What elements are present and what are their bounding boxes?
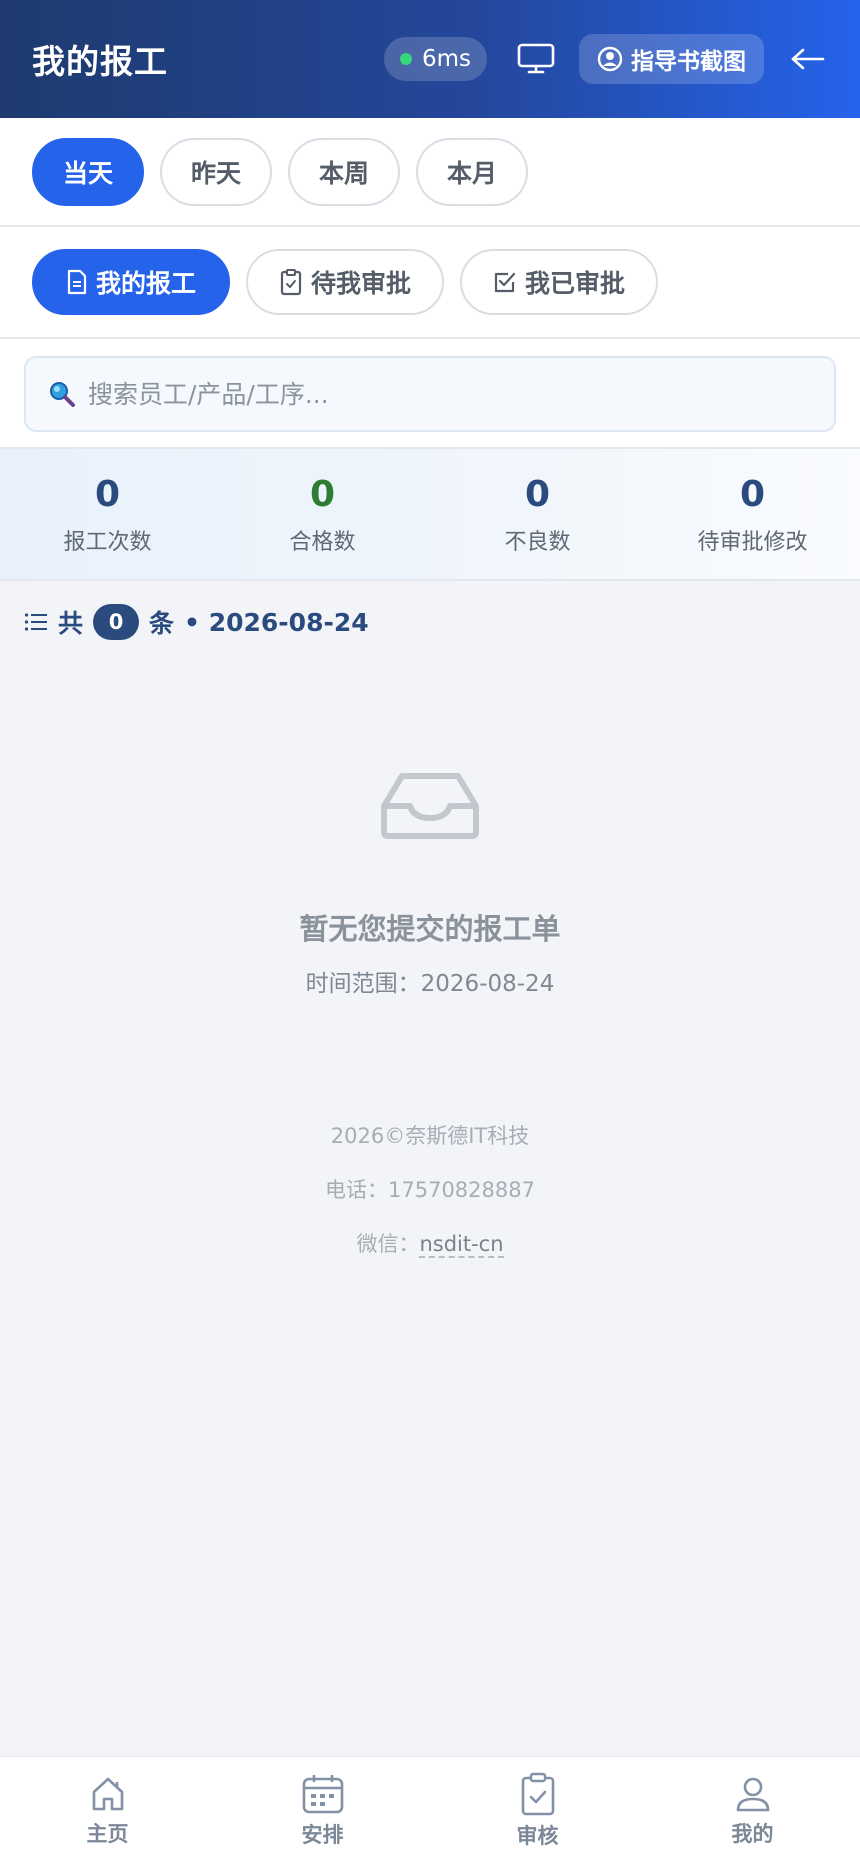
document-icon [67,269,87,295]
summary-suffix: 条 [149,609,175,638]
stat-label: 报工次数 [63,530,152,556]
period-filter-bar: 当天 昨天 本周 本月 [0,118,860,227]
stat-pending-modification: 0 待审批修改 [645,449,860,579]
search-input[interactable] [88,379,812,409]
stat-value: 0 [309,473,336,515]
arrow-left-icon [791,48,825,70]
page-footer: 2026©奈斯德IT科技 电话：17570828887 微信：nsdit-cn [0,1116,860,1278]
stat-value: 0 [524,473,551,515]
tab-pending-my-approval[interactable]: 待我审批 [246,249,444,315]
tab-my-reports[interactable]: 我的报工 [32,249,230,315]
guide-button-label: 指导书截图 [631,49,746,75]
tab-i-approved[interactable]: 我已审批 [460,249,658,315]
stat-value: 0 [739,473,766,515]
clipboard-check-icon [521,1772,554,1815]
search-box [24,356,836,432]
home-icon [92,1777,123,1810]
user-circle-icon [597,46,623,72]
empty-time-range: 时间范围：2026-08-24 [305,971,555,997]
back-button[interactable] [788,39,828,79]
nav-label: 我的 [731,1821,774,1846]
tab-this-month[interactable]: 本月 [416,137,528,206]
user-icon [736,1777,769,1811]
nav-item-schedule[interactable]: 安排 [215,1757,430,1864]
summary-prefix: 共 [58,609,84,638]
clipboard-icon [280,269,302,296]
checkbox-icon [494,272,516,293]
nav-item-home[interactable]: 主页 [0,1757,215,1864]
tab-this-week[interactable]: 本周 [288,137,400,206]
page-title: 我的报工 [32,42,168,81]
empty-state: 暂无您提交的报工单 时间范围：2026-08-24 [0,770,860,998]
list-summary: 共 0 条 • 2026-08-24 [24,604,369,640]
tab-today[interactable]: 当天 [32,137,144,206]
footer-wechat: 微信：nsdit-cn [0,1224,860,1278]
summary-date: • 2026-08-24 [184,607,369,637]
bottom-navigation: 主页 安排 审核 我的 [0,1756,860,1864]
nav-item-mine[interactable]: 我的 [645,1757,860,1864]
report-type-bar: 我的报工 待我审批 我已审批 [0,227,860,339]
inbox-tray-icon [381,773,479,839]
stat-label: 待审批修改 [697,530,808,556]
stat-label: 合格数 [289,530,356,556]
wechat-id-link[interactable]: nsdit-cn [419,1232,504,1258]
stat-qualified-count: 0 合格数 [215,449,430,579]
stat-report-count: 0 报工次数 [0,449,215,579]
search-icon [50,382,75,407]
stat-value: 0 [94,473,121,515]
nav-label: 安排 [301,1822,344,1847]
latency-value: 6ms [421,46,471,72]
tab-yesterday[interactable]: 昨天 [160,137,272,206]
nav-label: 主页 [86,1821,129,1846]
monitor-icon [517,43,555,74]
online-status-dot [399,53,412,65]
list-icon [24,613,47,631]
calendar-icon [302,1774,343,1813]
wechat-prefix: 微信： [356,1232,420,1256]
stat-label: 不良数 [504,530,571,556]
nav-label: 审核 [516,1823,559,1848]
app-header: 我的报工 6ms 指导书截图 [0,0,860,118]
empty-message: 暂无您提交的报工单 [299,912,561,946]
search-section [0,339,860,449]
nav-item-review[interactable]: 审核 [430,1757,645,1864]
footer-phone: 电话：17570828887 [325,1178,535,1202]
record-count-badge: 0 [93,604,140,640]
footer-copyright: 2026©奈斯德IT科技 [330,1124,530,1148]
latency-indicator: 6ms [383,37,487,81]
stats-panel: 0 报工次数 0 合格数 0 不良数 0 待审批修改 [0,449,860,581]
monitor-button[interactable] [515,38,557,80]
guide-screenshot-button[interactable]: 指导书截图 [579,34,764,84]
stat-defect-count: 0 不良数 [430,449,645,579]
